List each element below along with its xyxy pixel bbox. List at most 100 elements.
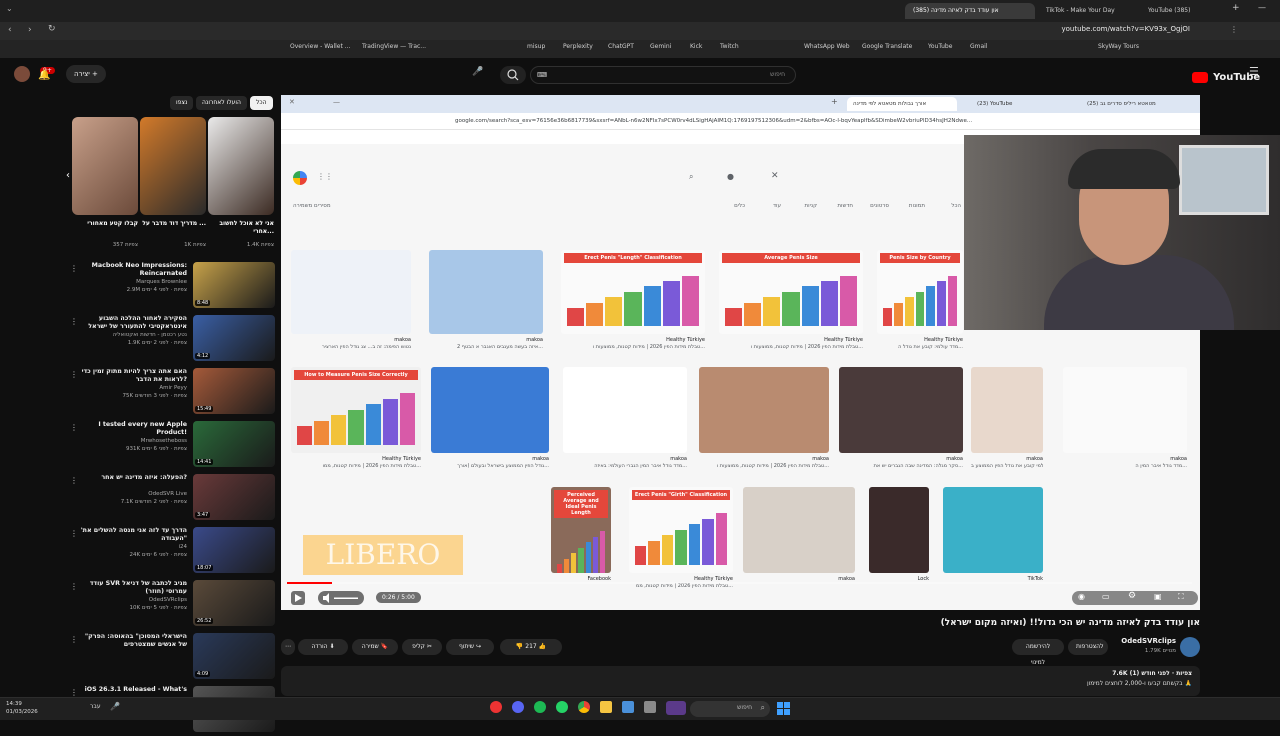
- app-icon[interactable]: [666, 701, 686, 715]
- tab-tiktok[interactable]: TikTok - Make Your Day: [1038, 3, 1128, 19]
- bookmark[interactable]: TradingView — Trac...: [362, 43, 426, 50]
- bookmark[interactable]: Kick: [690, 43, 702, 50]
- recommended-item[interactable]: 26:52 עודד SVR מגיב לכתבה של דניאל עמרוסי…: [70, 580, 275, 630]
- discord-icon[interactable]: [512, 701, 524, 713]
- taskbar-search[interactable]: חיפוש ⌕: [690, 701, 770, 717]
- channel-name[interactable]: Mrwhosetheboss: [75, 438, 187, 444]
- bookmark[interactable]: SkyWay Tours: [1098, 43, 1139, 50]
- video-thumbnail[interactable]: 14:41: [193, 421, 275, 467]
- miniplayer-icon[interactable]: ▣: [1154, 592, 1162, 601]
- channel-avatar[interactable]: [1180, 637, 1200, 657]
- app-icon[interactable]: [490, 701, 502, 713]
- clip-button[interactable]: קליפ ✂: [402, 639, 442, 655]
- play-button[interactable]: [291, 591, 305, 605]
- windows-start-icon[interactable]: [777, 702, 790, 715]
- fullscreen-icon[interactable]: ⛶: [1178, 592, 1184, 602]
- bookmark[interactable]: Gemini: [650, 43, 671, 50]
- chip-watched[interactable]: נצפו: [170, 96, 194, 110]
- bookmark[interactable]: Overview - Wallet ...: [290, 43, 350, 50]
- channel-name[interactable]: Amir Peyy: [75, 385, 187, 391]
- more-icon[interactable]: ⋮: [70, 529, 78, 538]
- channel-name[interactable]: OdedSVR Live: [75, 491, 187, 497]
- channel-name[interactable]: Marques Brownlee: [75, 279, 187, 285]
- more-icon[interactable]: ⋮: [70, 635, 78, 644]
- short-thumbnail[interactable]: [72, 117, 138, 215]
- avatar[interactable]: [14, 66, 30, 82]
- channel-name[interactable]: i24: [75, 544, 187, 550]
- like-icon[interactable]: 👍: [539, 643, 546, 650]
- bookmark[interactable]: Twitch: [720, 43, 739, 50]
- subscribe-button[interactable]: להצטרפות: [1068, 639, 1108, 655]
- bookmark[interactable]: Google Translate: [862, 43, 912, 50]
- short-thumbnail[interactable]: [140, 117, 206, 215]
- chrome-icon[interactable]: [578, 701, 590, 713]
- create-button[interactable]: יצירה +: [66, 65, 106, 83]
- channel-name[interactable]: נטע רכטמן - חדשות ואקטואליה: [75, 332, 187, 338]
- mic-icon[interactable]: 🎤: [110, 702, 120, 711]
- save-button[interactable]: שמירה 🔖: [352, 639, 398, 655]
- keyboard-icon[interactable]: ⌨: [537, 71, 547, 79]
- video-title[interactable]: Macbook Neo Impressions: Reincarnated: [75, 262, 187, 278]
- recommended-item[interactable]: 4:09 "הישראלי המסוכן" בהאוסה: הפרק של אנש…: [70, 633, 275, 683]
- bell-icon[interactable]: 🔔: [38, 70, 50, 81]
- video-title[interactable]: "הישראלי המסוכן" בהאוסה: הפרק של אנשים ש…: [75, 633, 187, 649]
- short-thumbnail[interactable]: [208, 117, 274, 215]
- video-thumbnail[interactable]: 15:49: [193, 368, 275, 414]
- bookmark[interactable]: Gmail: [970, 43, 988, 50]
- shorts-prev-icon[interactable]: ‹: [66, 170, 70, 181]
- reload-icon[interactable]: ↻: [48, 24, 56, 34]
- more-icon[interactable]: ⋮: [70, 370, 78, 379]
- more-icon[interactable]: ⋮: [70, 317, 78, 326]
- forward-icon[interactable]: ›: [28, 25, 32, 35]
- menu-icon[interactable]: ☰: [1249, 65, 1259, 78]
- video-title[interactable]: iOS 26.3.1 Released - What's: [75, 686, 187, 694]
- video-thumbnail[interactable]: 8:48: [193, 262, 275, 308]
- chip-all[interactable]: הכל: [250, 96, 273, 110]
- description-box[interactable]: 7.6K צפיות · לפני חודש (1) בקשתם קבעו ו-…: [281, 666, 1200, 696]
- window-controls-icon[interactable]: ⌄: [6, 4, 13, 13]
- app-icon[interactable]: [644, 701, 656, 713]
- tab-youtube[interactable]: YouTube (385): [1140, 3, 1230, 19]
- recommended-item[interactable]: 15:49 האם אתה צריך להיות מתוק זמין כדי לר…: [70, 368, 275, 418]
- whatsapp-icon[interactable]: [556, 701, 568, 713]
- language-indicator[interactable]: עבר: [90, 703, 101, 710]
- dislike-icon[interactable]: 👎: [516, 643, 523, 650]
- bookmark[interactable]: YouTube: [928, 43, 952, 50]
- bookmark[interactable]: misup: [527, 43, 545, 50]
- video-title[interactable]: הפעלה: איזה מדינה יש אחר?: [75, 474, 187, 482]
- channel-name[interactable]: OdedSVRclips: [1110, 637, 1176, 645]
- more-actions-button[interactable]: ⋯: [281, 639, 295, 655]
- address-bar[interactable]: ‹ › ↻ youtube.com/watch?v=KV93x_OgjOI ⋮: [0, 22, 1280, 40]
- more-icon[interactable]: ⋮: [70, 264, 78, 273]
- bookmark[interactable]: ChatGPT: [608, 43, 634, 50]
- autoplay-icon[interactable]: ◉: [1078, 592, 1085, 601]
- more-icon[interactable]: ⋮: [70, 476, 78, 485]
- more-icon[interactable]: ⋮: [70, 423, 78, 432]
- video-title[interactable]: הסקירה לאחור ההלכה השבוע אינטראקטיבי להת…: [75, 315, 187, 331]
- chip-recent[interactable]: הועלו לאחרונה: [196, 96, 247, 110]
- new-tab-icon[interactable]: +: [1232, 3, 1240, 13]
- mic-icon[interactable]: 🎤: [472, 67, 483, 77]
- video-title[interactable]: 'הדרך עד לזה אני מנסה להשלים את העבודה": [75, 527, 187, 543]
- bookmark[interactable]: Perplexity: [563, 43, 593, 50]
- subtitles-icon[interactable]: ▭: [1102, 592, 1110, 601]
- download-button[interactable]: הורדה ⬇: [298, 639, 348, 655]
- tab-current-video[interactable]: (385) און עודד בדק לאיזה מדינה: [905, 3, 1035, 19]
- progress-bar[interactable]: [287, 582, 1192, 584]
- settings-icon[interactable]: ⚙: [1128, 591, 1136, 601]
- extensions-icon[interactable]: ⋮: [1230, 25, 1238, 34]
- video-title[interactable]: I tested every new Apple Product!: [75, 421, 187, 437]
- video-thumbnail[interactable]: 4:09: [193, 633, 275, 679]
- video-title[interactable]: האם אתה צריך להיות מתוק זמין כדי לראות א…: [75, 368, 187, 384]
- search-input[interactable]: חיפוש ⌨: [530, 66, 796, 84]
- recommended-item[interactable]: 14:41 I tested every new Apple Product! Mr…: [70, 421, 275, 471]
- video-thumbnail[interactable]: 26:52: [193, 580, 275, 626]
- folder-icon[interactable]: [600, 701, 612, 713]
- share-button[interactable]: שיתוף ↪: [446, 639, 494, 655]
- recommended-item[interactable]: 4:12 הסקירה לאחור ההלכה השבוע אינטראקטיבי…: [70, 315, 275, 365]
- video-thumbnail[interactable]: 4:12: [193, 315, 275, 361]
- app-icon[interactable]: [622, 701, 634, 713]
- recommended-item[interactable]: 8:48 Macbook Neo Impressions: Reincarnate…: [70, 262, 275, 312]
- clock[interactable]: 14:39 01/03/2026: [6, 700, 38, 716]
- spotify-icon[interactable]: [534, 701, 546, 713]
